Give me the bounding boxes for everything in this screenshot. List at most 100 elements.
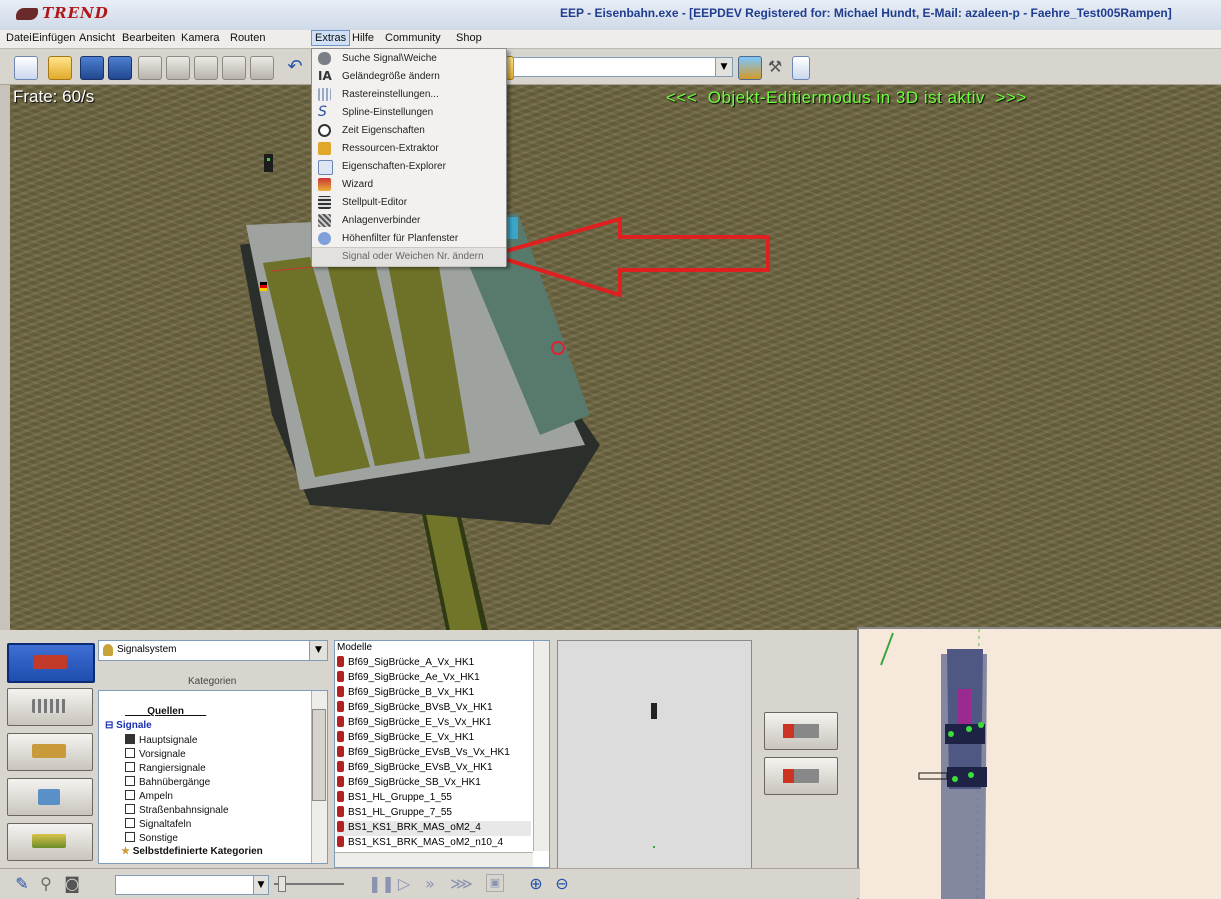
select-icon[interactable]	[194, 56, 218, 80]
save-icon[interactable]	[80, 56, 104, 80]
menu-item-wizard[interactable]: Wizard	[312, 176, 506, 194]
list-item-selected[interactable]: BS1_KS1_BRK_MAS_oM2_4	[337, 821, 531, 836]
copy-icon[interactable]	[138, 56, 162, 80]
category-landscape-button[interactable]	[7, 823, 93, 861]
tree-node-strassenbahnsignale[interactable]: Straßenbahnsignale	[125, 804, 229, 818]
insert-icon	[783, 769, 819, 783]
tree-node-signaltafeln[interactable]: Signaltafeln	[125, 818, 191, 832]
menu-item-signal-nr-aendern[interactable]: Signal oder Weichen Nr. ändern	[312, 247, 506, 267]
menu-item-stellpult[interactable]: Stellpult-Editor	[312, 194, 506, 212]
faster-forward-icon[interactable]: ⋙	[450, 874, 473, 894]
chevron-down-icon[interactable]: ▼	[309, 641, 327, 660]
list-item[interactable]: Bf69_SigBrücke_EVsB_Vs_Vx_HK1	[337, 746, 531, 761]
open-folder-icon[interactable]	[48, 56, 72, 80]
category-tracks-button[interactable]	[7, 688, 93, 726]
place-model-button[interactable]	[764, 712, 838, 750]
fast-forward-icon[interactable]: »	[420, 874, 440, 894]
toolbar-dropdown[interactable]: ▼	[513, 57, 733, 77]
list-item[interactable]: Bf69_SigBrücke_Ae_Vx_HK1	[337, 671, 531, 686]
collapse-icon[interactable]: ⊟	[105, 720, 116, 731]
list-item[interactable]: Bf69_SigBrücke_E_Vs_Vx_HK1	[337, 716, 531, 731]
menu-routen[interactable]: Routen	[230, 32, 265, 44]
menu-item-ressourcen[interactable]: Ressourcen-Extraktor	[312, 140, 506, 158]
play-icon[interactable]: ▷	[394, 874, 414, 894]
tree-node-ampeln[interactable]: Ampeln	[125, 790, 173, 804]
clipboard-icon[interactable]	[792, 56, 810, 80]
menu-kamera[interactable]: Kamera	[181, 32, 220, 44]
menu-ansicht[interactable]: Ansicht	[79, 32, 115, 44]
slider-thumb[interactable]	[278, 876, 286, 892]
edit-pencil-icon[interactable]: ✎	[12, 874, 32, 894]
categories-label: Kategorien	[188, 676, 237, 687]
menu-shop[interactable]: Shop	[456, 32, 482, 44]
list-item[interactable]: Bf69_SigBrücke_EVsB_Vx_HK1	[337, 761, 531, 776]
list-item[interactable]: Bf69_SigBrücke_A_Vx_HK1	[337, 656, 531, 671]
pause-icon[interactable]: ❚❚	[368, 874, 395, 894]
camera-icon[interactable]: ◙	[62, 874, 82, 894]
menu-item-zeit[interactable]: Zeit Eigenschaften	[312, 122, 506, 140]
category-vehicles-button[interactable]	[7, 733, 93, 771]
category-camera-button[interactable]	[7, 778, 93, 816]
list-item[interactable]: Bf69_SigBrücke_BVsB_Vx_HK1	[337, 701, 531, 716]
new-file-icon[interactable]	[14, 56, 38, 80]
list-item[interactable]: BS1_HL_Gruppe_7_55	[337, 806, 531, 821]
checkbox-icon[interactable]	[125, 776, 135, 786]
menu-hilfe[interactable]: Hilfe	[352, 32, 374, 44]
list-item[interactable]: Bf69_SigBrücke_B_Vx_HK1	[337, 686, 531, 701]
models-vscrollbar[interactable]	[533, 641, 549, 851]
map-icon[interactable]	[738, 56, 762, 80]
menu-community[interactable]: Community	[385, 32, 441, 44]
bottom-dropdown[interactable]: ▼	[115, 875, 269, 895]
paste-icon[interactable]	[166, 56, 190, 80]
menu-item-anlagenverbinder[interactable]: Anlagenverbinder	[312, 212, 506, 230]
menu-bearbeiten[interactable]: Bearbeiten	[122, 32, 175, 44]
zoom-in-icon[interactable]: ⊕	[526, 874, 546, 894]
menu-item-eigenschaften[interactable]: Eigenschaften-Explorer	[312, 158, 506, 176]
system-dropdown[interactable]: Signalsystem ▼	[98, 640, 328, 661]
insert-model-button[interactable]	[764, 757, 838, 795]
checkbox-icon[interactable]	[125, 818, 135, 828]
tree-scrollbar[interactable]	[311, 691, 327, 863]
screenshot-icon[interactable]: ▣	[486, 874, 504, 892]
3d-view[interactable]: Frate: 60/s <<< Objekt-Editiermodus in 3…	[10, 85, 1221, 630]
list-item[interactable]: Bf69_SigBrücke_SB_Vx_HK1	[337, 776, 531, 791]
menu-item-spline[interactable]: S Spline-Einstellungen	[312, 104, 506, 122]
tree-node-selbstdefiniert[interactable]: ★ Selbstdefinierte Kategorien	[121, 846, 263, 860]
list-item[interactable]: BS1_HL_Gruppe_1_55	[337, 791, 531, 806]
checkbox-icon[interactable]	[125, 748, 135, 758]
chevron-down-icon[interactable]: ▼	[253, 876, 268, 894]
duplicate-icon[interactable]	[222, 56, 246, 80]
list-item[interactable]: Bf69_SigBrücke_E_Vx_HK1	[337, 731, 531, 746]
undo-icon[interactable]: ↶	[284, 56, 306, 78]
checkbox-icon[interactable]	[125, 790, 135, 800]
tree-node-sonstige[interactable]: Sonstige	[125, 832, 178, 846]
menu-item-hoehenfilter[interactable]: Höhenfilter für Planfenster	[312, 230, 506, 248]
bulb-icon[interactable]: ⚲	[36, 874, 56, 894]
tree-node-rangiersignale[interactable]: Rangiersignale	[125, 762, 206, 776]
menu-datei[interactable]: Datei	[6, 32, 32, 44]
move-icon[interactable]	[250, 56, 274, 80]
zoom-out-icon[interactable]: ⊖	[552, 874, 572, 894]
list-item[interactable]: BS1_KS1_BRK_MAS_oM2_n10_4	[337, 836, 531, 851]
checkbox-icon[interactable]	[125, 762, 135, 772]
menu-item-raster[interactable]: Rastereinstellungen...	[312, 86, 506, 104]
checkbox-icon[interactable]	[125, 804, 135, 814]
tree-node-bahnuebergaenge[interactable]: Bahnübergänge	[125, 776, 210, 790]
tree-node-vorsignale[interactable]: Vorsignale	[125, 748, 186, 762]
tree-node-quellen[interactable]: ____Quellen____	[125, 706, 206, 720]
tree-node-signale[interactable]: ⊟ Signale	[105, 720, 152, 734]
scrollbar-thumb[interactable]	[312, 709, 326, 801]
tools-icon[interactable]: ⚒	[764, 56, 786, 78]
menu-item-gelaendegroesse[interactable]: IA Geländegröße ändern	[312, 68, 506, 86]
models-hscrollbar[interactable]	[335, 852, 533, 867]
menu-extras[interactable]: Extras	[311, 30, 351, 46]
checkbox-icon[interactable]	[125, 832, 135, 842]
menu-item-suche-signal[interactable]: Suche Signal\Weiche	[312, 50, 506, 68]
chevron-down-icon[interactable]: ▼	[715, 58, 732, 76]
save-as-icon[interactable]	[108, 56, 132, 80]
tree-node-hauptsignale[interactable]: Hauptsignale	[125, 734, 197, 748]
menu-einfuegen[interactable]: Einfügen	[32, 32, 75, 44]
category-signals-button[interactable]	[7, 643, 95, 683]
track-plan-view[interactable]	[857, 627, 1221, 899]
checkbox-icon[interactable]	[125, 734, 135, 744]
